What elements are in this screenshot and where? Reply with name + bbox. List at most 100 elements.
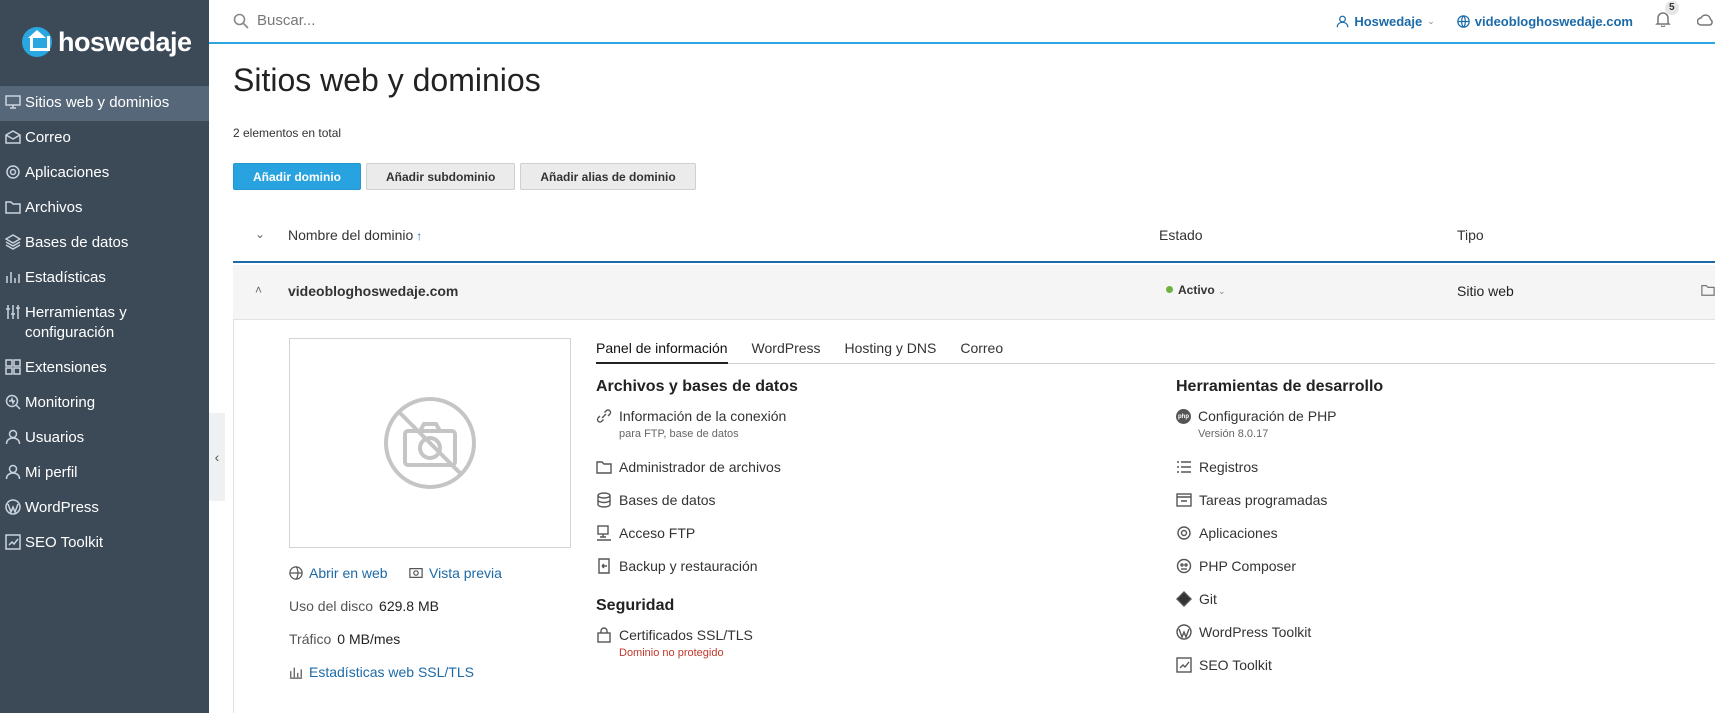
sidebar-item-label: WordPress xyxy=(25,499,99,516)
monitoring-icon xyxy=(0,393,25,410)
sidebar-item-applications[interactable]: Aplicaciones xyxy=(0,156,209,191)
status-badge[interactable]: Activo ⌄ xyxy=(1166,283,1226,297)
tab-dashboard[interactable]: Panel de información xyxy=(596,340,728,364)
list-icon xyxy=(1177,461,1191,473)
databases-item[interactable]: Bases de datos xyxy=(596,492,716,508)
ssl-stats-link[interactable]: Estadísticas web SSL/TLS xyxy=(309,664,474,680)
globe-icon xyxy=(1457,14,1470,28)
certificate-icon xyxy=(597,627,611,643)
seo-icon xyxy=(0,533,25,550)
bar-chart-icon xyxy=(289,667,303,679)
tab-wordpress[interactable]: WordPress xyxy=(752,340,821,364)
sidebar-collapse-handle[interactable]: ‹ xyxy=(209,413,225,501)
eye-icon xyxy=(409,568,423,578)
sidebar-item-tools-settings[interactable]: Herramientas y configuración xyxy=(0,296,209,351)
ftp-access-item[interactable]: Acceso FTP xyxy=(596,525,695,541)
sidebar-item-websites[interactable]: Sitios web y dominios xyxy=(0,86,209,121)
table-header: ⌄ Nombre del dominio ↑ Estado Tipo xyxy=(233,213,1715,263)
item-label: Certificados SSL/TLS xyxy=(619,627,753,643)
file-manager-item[interactable]: Administrador de archivos xyxy=(596,459,781,475)
search-icon xyxy=(233,13,249,29)
connection-info-item[interactable]: Información de la conexión para FTP, base… xyxy=(596,408,786,440)
domain-cell[interactable]: videobloghoswedaje.com xyxy=(288,283,458,299)
item-sub: Versión 8.0.17 xyxy=(1198,428,1269,440)
topbar-actions: Hoswedaje ⌄ videobloghoswedaje.com 5 xyxy=(1336,0,1715,42)
add-domain-alias-button[interactable]: Añadir alias de dominio xyxy=(520,163,696,190)
domain-link[interactable]: videobloghoswedaje.com xyxy=(1457,14,1633,29)
topbar: Hoswedaje ⌄ videobloghoswedaje.com 5 xyxy=(209,0,1715,44)
wordpress-icon xyxy=(1176,624,1192,640)
composer-icon xyxy=(1176,558,1192,574)
status-label: Activo xyxy=(1178,283,1215,297)
search-input[interactable] xyxy=(257,12,497,29)
site-preview-thumbnail xyxy=(289,338,571,548)
chevron-up-icon[interactable]: ˄ xyxy=(255,283,262,297)
folder-icon xyxy=(0,198,25,215)
no-camera-icon xyxy=(384,397,476,489)
git-icon xyxy=(1176,591,1192,607)
table-row[interactable]: ˄ videobloghoswedaje.com Activo ⌄ Sitio … xyxy=(233,265,1715,320)
folder-icon[interactable] xyxy=(1701,283,1715,300)
sidebar-item-mail[interactable]: Correo xyxy=(0,121,209,156)
preview-link[interactable]: Vista previa xyxy=(429,565,502,581)
calendar-icon xyxy=(1176,493,1192,507)
sidebar-nav: Sitios web y dominios Correo Aplicacione… xyxy=(0,86,209,561)
wordpress-toolkit-item[interactable]: WordPress Toolkit xyxy=(1176,624,1311,640)
user-menu[interactable]: Hoswedaje ⌄ xyxy=(1336,14,1435,29)
domain-name: videobloghoswedaje.com xyxy=(1474,13,1633,29)
sidebar-item-extensions[interactable]: Extensiones xyxy=(0,351,209,386)
items-count: 2 elementos en total xyxy=(233,126,342,140)
tab-hosting-dns[interactable]: Hosting y DNS xyxy=(845,340,937,364)
profile-icon xyxy=(0,463,25,480)
sidebar-item-label: Mi perfil xyxy=(25,464,78,481)
logo-text: hoswedaje xyxy=(58,26,192,57)
sidebar-item-files[interactable]: Archivos xyxy=(0,191,209,226)
folder-icon xyxy=(596,461,612,474)
gear-icon xyxy=(0,163,25,180)
git-item[interactable]: Git xyxy=(1176,591,1217,607)
sidebar-item-databases[interactable]: Bases de datos xyxy=(0,226,209,261)
sidebar-item-statistics[interactable]: Estadísticas xyxy=(0,261,209,296)
mail-icon xyxy=(0,128,25,145)
sidebar-item-wordpress[interactable]: WordPress xyxy=(0,491,209,526)
open-web-link[interactable]: Abrir en web xyxy=(309,565,388,581)
sidebar-item-users[interactable]: Usuarios xyxy=(0,421,209,456)
ssl-certificates-item[interactable]: Certificados SSL/TLS Dominio no protegido xyxy=(596,627,753,659)
applications-item[interactable]: Aplicaciones xyxy=(1176,525,1278,541)
traffic-value: 0 MB/mes xyxy=(337,631,401,647)
php-icon: php xyxy=(1176,409,1191,424)
bar-chart-icon xyxy=(0,268,25,285)
globe-icon xyxy=(289,566,303,580)
tab-mail[interactable]: Correo xyxy=(960,340,1003,364)
traffic-label: Tráfico xyxy=(289,631,332,647)
column-status[interactable]: Estado xyxy=(1159,227,1203,243)
item-label: PHP Composer xyxy=(1199,558,1297,574)
sidebar-item-monitoring[interactable]: Monitoring xyxy=(0,386,209,421)
add-domain-button[interactable]: Añadir dominio xyxy=(233,163,361,190)
sidebar-item-label: Extensiones xyxy=(25,359,107,376)
security-section-title: Seguridad xyxy=(596,597,675,614)
logo-house-icon xyxy=(22,27,52,57)
gear-icon xyxy=(1177,526,1191,540)
sidebar-item-seo-toolkit[interactable]: SEO Toolkit xyxy=(0,526,209,561)
php-settings-item[interactable]: php Configuración de PHP Versión 8.0.17 xyxy=(1176,408,1337,440)
database-icon xyxy=(597,492,611,508)
scheduled-tasks-item[interactable]: Tareas programadas xyxy=(1176,492,1327,508)
item-label: WordPress Toolkit xyxy=(1199,624,1312,640)
cloud-icon xyxy=(1696,13,1713,26)
sort-ascending-icon: ↑ xyxy=(416,229,423,243)
notifications-button[interactable]: 5 xyxy=(1655,1,1679,31)
item-label: Aplicaciones xyxy=(1199,525,1278,541)
sidebar-item-profile[interactable]: Mi perfil xyxy=(0,456,209,491)
sidebar-item-label: Monitoring xyxy=(25,394,96,411)
backup-restore-item[interactable]: Backup y restauración xyxy=(596,558,758,574)
expand-all-icon[interactable]: ⌄ xyxy=(255,227,265,241)
cloud-button[interactable] xyxy=(1696,12,1715,31)
php-composer-item[interactable]: PHP Composer xyxy=(1176,558,1296,574)
logo[interactable]: hoswedaje xyxy=(22,24,192,60)
column-type[interactable]: Tipo xyxy=(1457,227,1484,243)
add-subdomain-button[interactable]: Añadir subdominio xyxy=(366,163,516,190)
logs-item[interactable]: Registros xyxy=(1176,459,1258,475)
column-domain-name[interactable]: Nombre del dominio ↑ xyxy=(288,227,422,243)
seo-toolkit-item[interactable]: SEO Toolkit xyxy=(1176,657,1272,673)
